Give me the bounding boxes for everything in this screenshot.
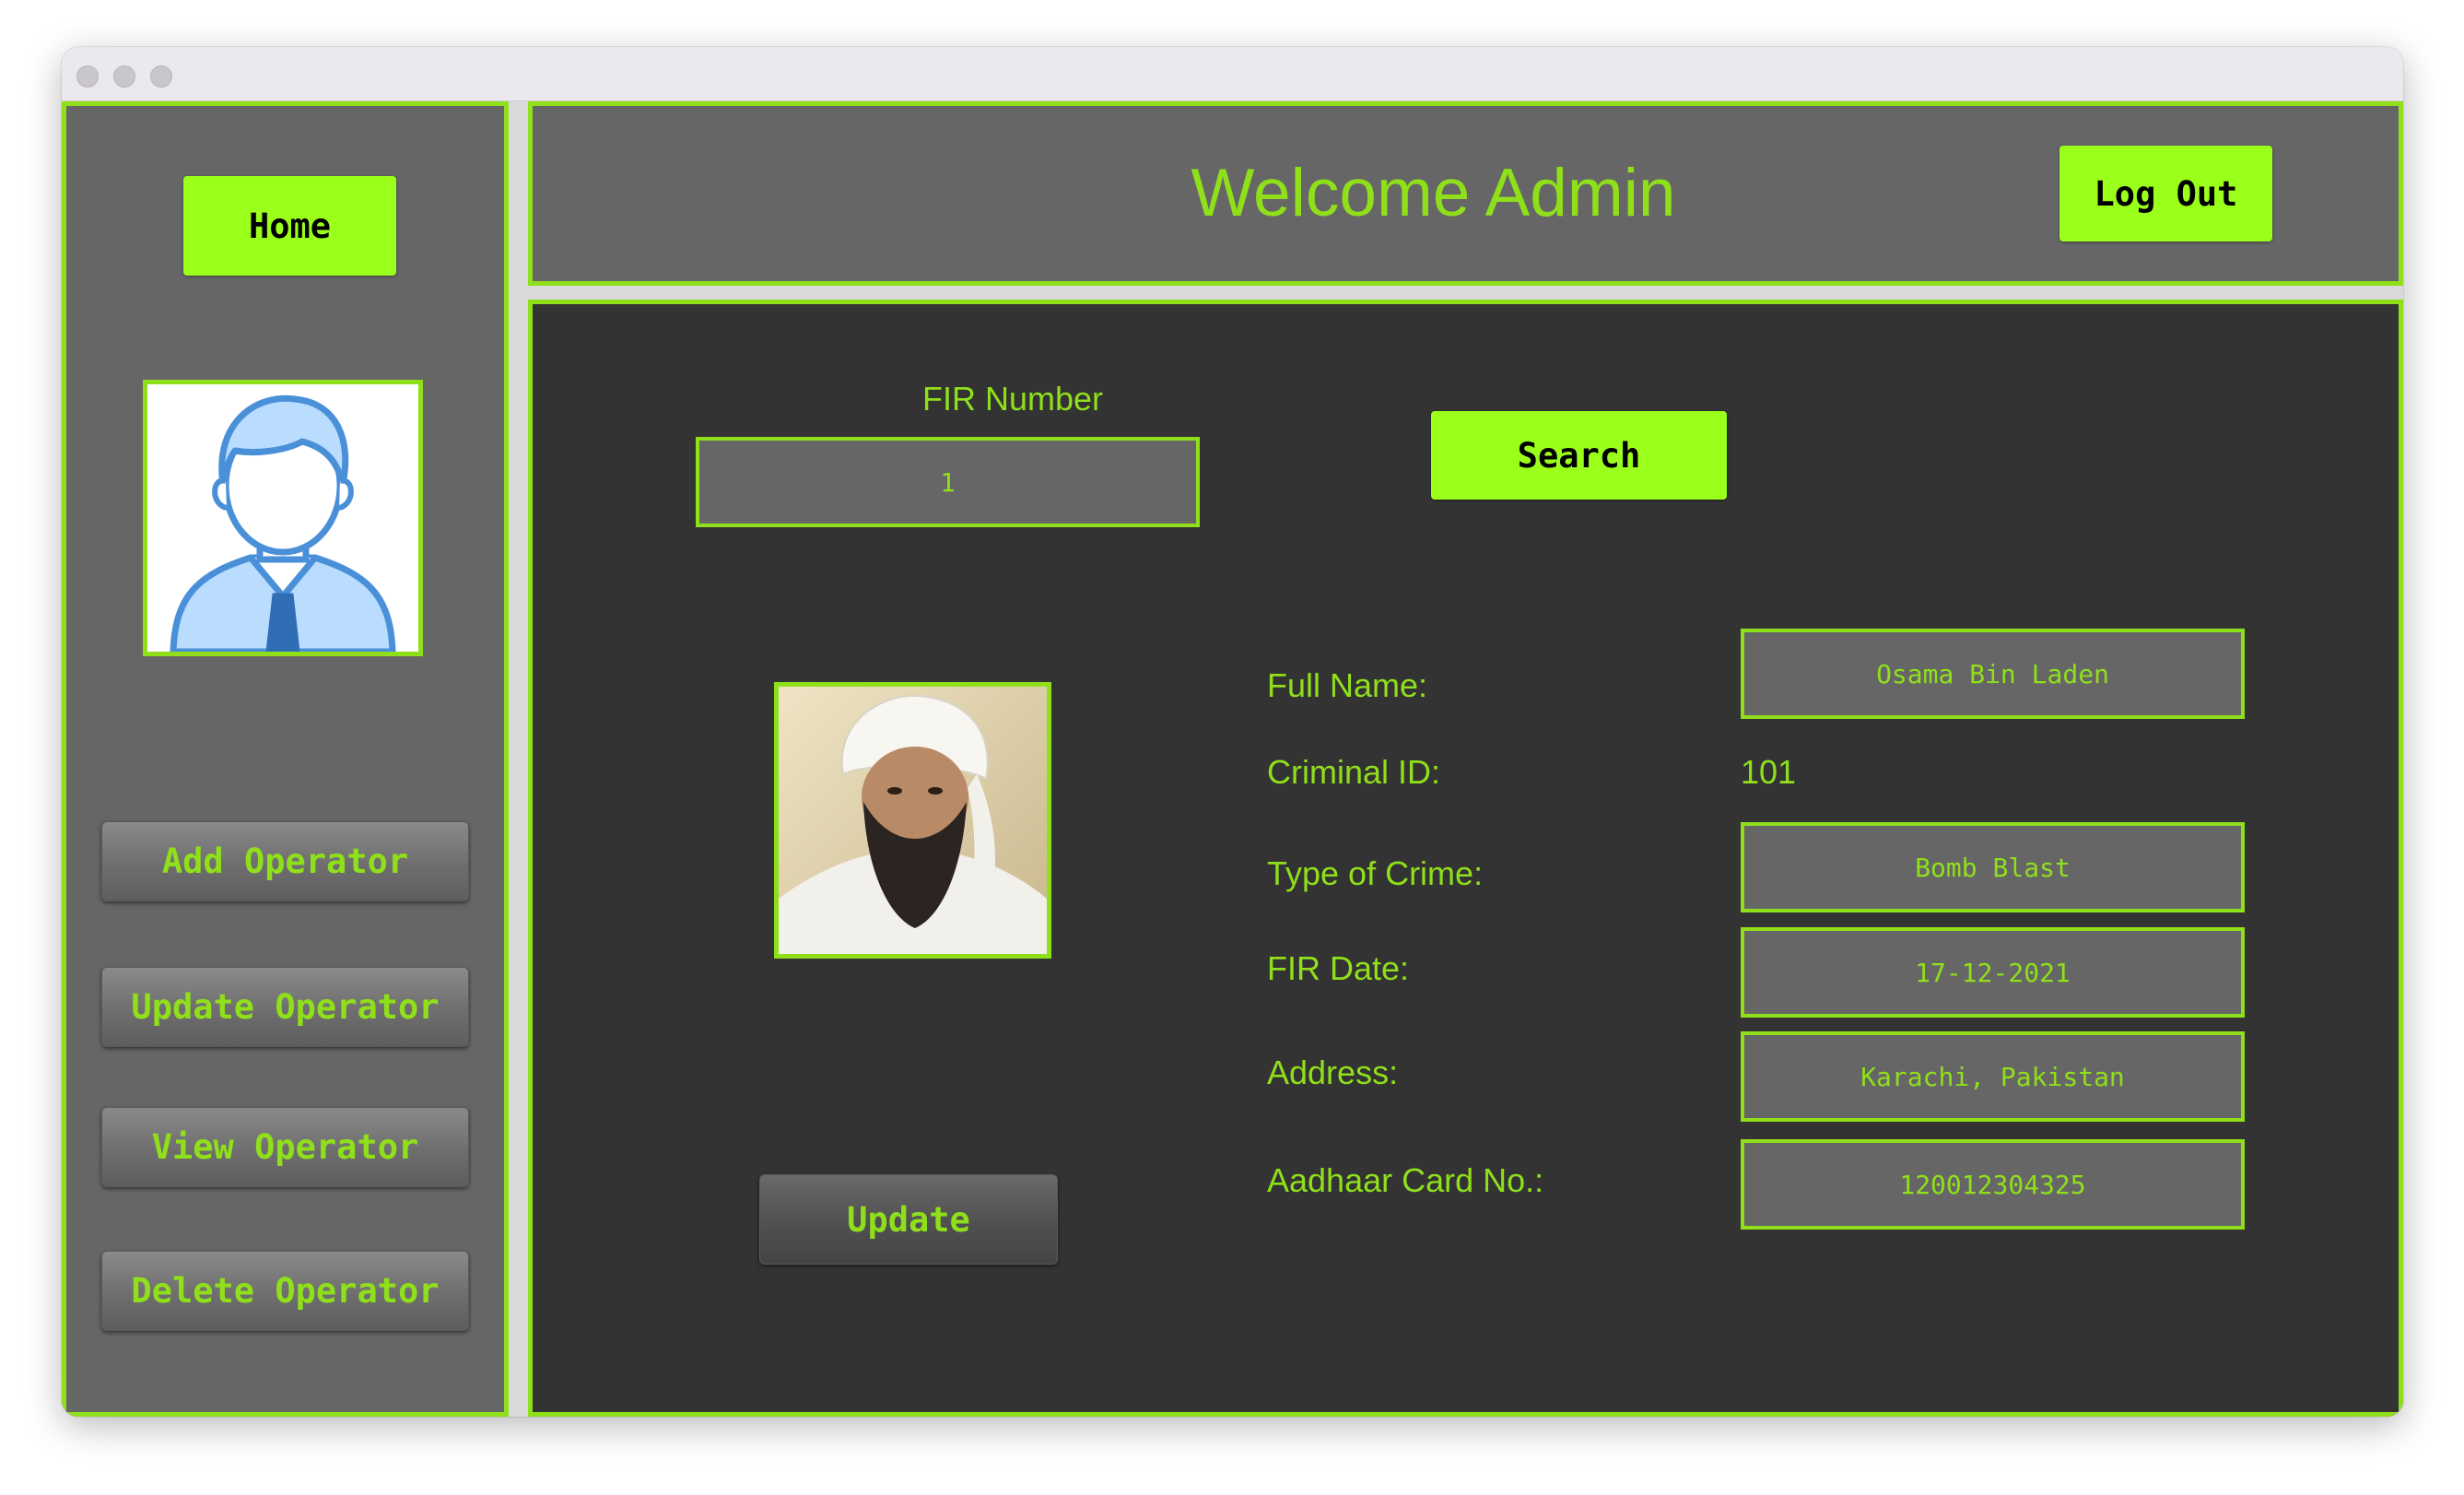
- fir-date-label: FIR Date:: [1267, 949, 1410, 987]
- home-button[interactable]: Home: [183, 176, 396, 276]
- update-button[interactable]: Update: [759, 1174, 1058, 1265]
- fir-number-label: FIR Number: [921, 380, 1104, 418]
- title-bar: [62, 47, 2403, 101]
- criminal-record-panel: FIR Number Search: [528, 300, 2403, 1417]
- criminal-id-value: 101: [1741, 753, 1797, 791]
- crime-type-label: Type of Crime:: [1267, 854, 1484, 892]
- delete-operator-button[interactable]: Delete Operator: [101, 1251, 469, 1331]
- fir-date-field[interactable]: [1741, 927, 2245, 1018]
- full-name-field[interactable]: [1741, 629, 2245, 719]
- close-icon[interactable]: [76, 65, 99, 88]
- minimize-icon[interactable]: [113, 65, 135, 88]
- update-operator-button[interactable]: Update Operator: [101, 967, 469, 1047]
- criminal-id-label: Criminal ID:: [1267, 753, 1441, 791]
- add-operator-label: Add Operator: [161, 842, 409, 881]
- search-button-label: Search: [1517, 435, 1641, 476]
- view-operator-button[interactable]: View Operator: [101, 1107, 469, 1187]
- criminal-photo: [774, 682, 1051, 959]
- address-label: Address:: [1267, 1054, 1399, 1091]
- crime-type-field[interactable]: [1741, 822, 2245, 912]
- logout-button[interactable]: Log Out: [2059, 146, 2272, 241]
- sidebar: Home Add Operator Update Operator View O…: [62, 101, 509, 1417]
- header-bar: Welcome Admin Log Out: [528, 101, 2403, 286]
- aadhaar-field[interactable]: [1741, 1139, 2245, 1230]
- search-button[interactable]: Search: [1431, 411, 1727, 500]
- address-field[interactable]: [1741, 1031, 2245, 1122]
- logout-button-label: Log Out: [2094, 173, 2238, 214]
- aadhaar-label: Aadhaar Card No.:: [1267, 1161, 1544, 1199]
- app-window: Home Add Operator Update Operator View O…: [62, 47, 2403, 1417]
- delete-operator-label: Delete Operator: [131, 1271, 440, 1311]
- view-operator-label: View Operator: [151, 1127, 419, 1167]
- update-operator-label: Update Operator: [131, 987, 440, 1027]
- home-button-label: Home: [248, 206, 332, 246]
- full-name-label: Full Name:: [1267, 666, 1428, 704]
- user-avatar-icon: [143, 380, 423, 656]
- add-operator-button[interactable]: Add Operator: [101, 821, 469, 901]
- fir-number-input[interactable]: [696, 437, 1200, 527]
- zoom-icon[interactable]: [150, 65, 172, 88]
- update-button-label: Update: [847, 1199, 970, 1240]
